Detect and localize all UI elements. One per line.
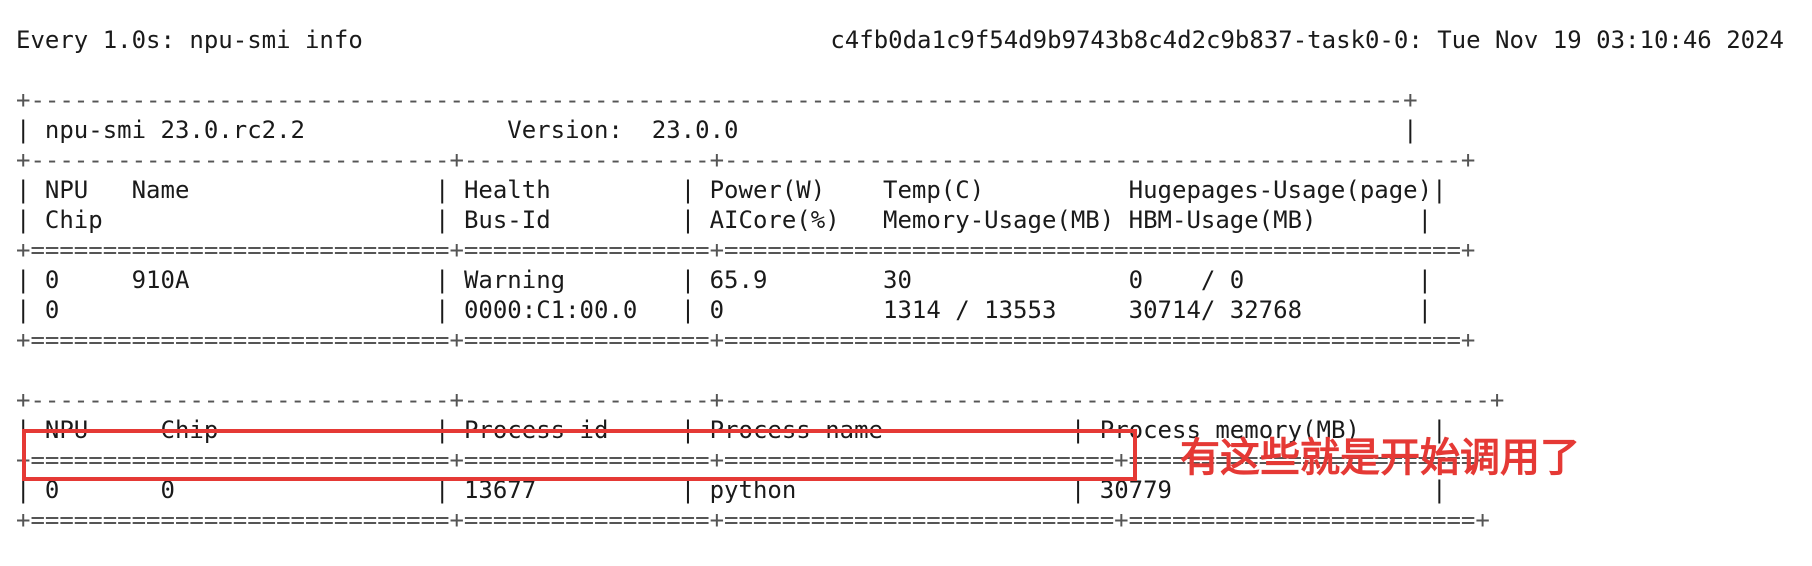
npu-smi-tool-version: npu-smi 23.0.rc2.2 — [44, 116, 508, 144]
col-hugepages: Hugepages-Usage(page) — [1128, 176, 1433, 204]
col-bus-id: Bus-Id — [463, 206, 681, 234]
col-hbm-usage: HBM-Usage(MB) — [1128, 206, 1418, 234]
watch-header-host-time: c4fb0da1c9f54d9b9743b8c4d2c9b837-task0-0… — [830, 26, 1784, 54]
col-health: Health — [463, 176, 681, 204]
col-name: Name — [131, 176, 436, 204]
col-temp: Temp(C) — [883, 176, 1129, 204]
col-chip: Chip — [44, 206, 436, 234]
device-temp: 30 — [883, 266, 1129, 294]
process-row-highlight — [22, 429, 1137, 481]
device-name: 910A — [131, 266, 436, 294]
device-power: 65.9 — [709, 266, 883, 294]
annotation-text: 有这些就是开始调用了 — [1180, 435, 1580, 481]
device-bus-id: 0000:C1:00.0 — [463, 296, 681, 324]
watch-header-command: Every 1.0s: npu-smi info — [16, 26, 363, 54]
device-hugepages: 0 / 0 — [1128, 266, 1418, 294]
col-memory-usage: Memory-Usage(MB) — [883, 206, 1129, 234]
device-aicore: 0 — [709, 296, 883, 324]
col-aicore: AICore(%) — [709, 206, 883, 234]
col-npu: NPU — [44, 176, 132, 204]
device-memory-usage: 1314 / 13553 — [883, 296, 1129, 324]
device-npu: 0 — [44, 266, 132, 294]
version-label: Version: — [507, 116, 638, 144]
device-hbm-usage: 30714/ 32768 — [1128, 296, 1418, 324]
device-chip: 0 — [44, 296, 436, 324]
device-health: Warning — [463, 266, 681, 294]
version-value: 23.0.0 — [651, 116, 1389, 144]
col-power: Power(W) — [709, 176, 883, 204]
